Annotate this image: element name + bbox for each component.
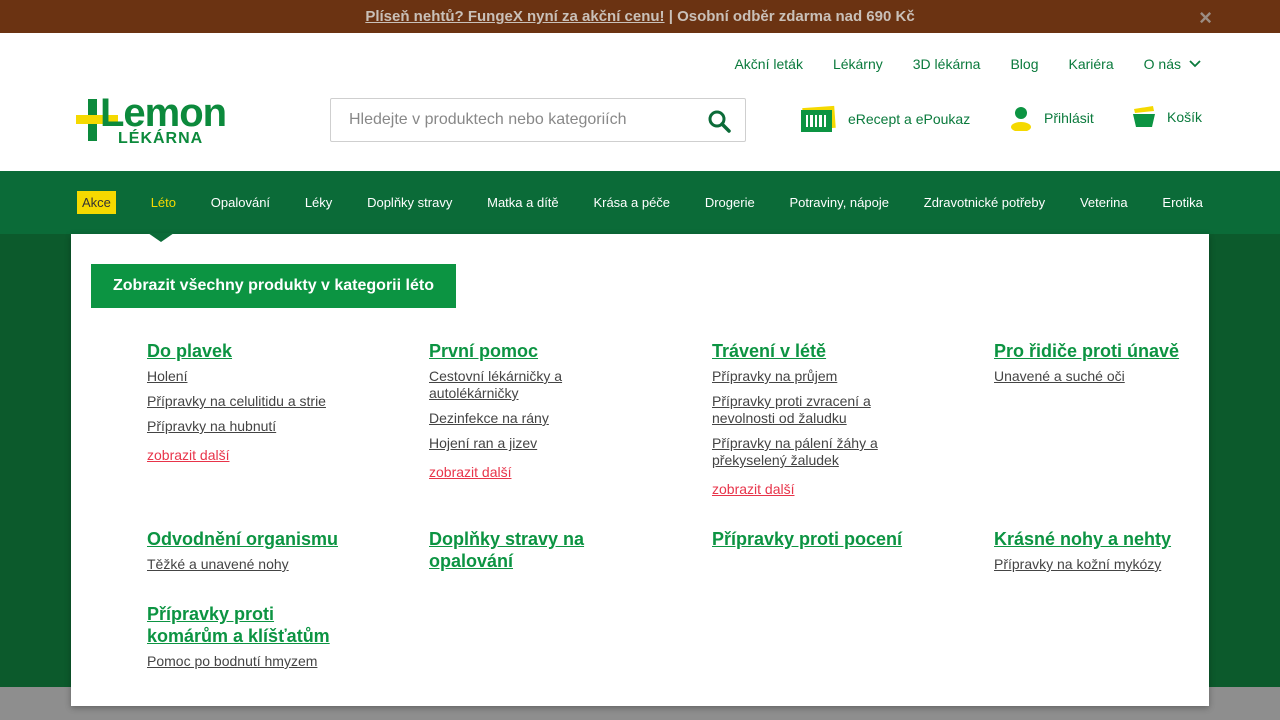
- nav-item-erotika[interactable]: Erotika: [1162, 195, 1202, 210]
- login-link[interactable]: Přihlásit: [1010, 105, 1094, 131]
- menu-category: Odvodnění organismu Těžké a unavené nohy: [147, 528, 347, 581]
- show-more-link[interactable]: zobrazit další: [712, 481, 912, 498]
- util-link-blog[interactable]: Blog: [1010, 56, 1038, 72]
- nav-item-krasa-a-pece[interactable]: Krása a péče: [593, 195, 670, 210]
- category-title[interactable]: Přípravky proti pocení: [712, 528, 912, 550]
- utility-nav: Akční leták Lékárny 3D lékárna Blog Kari…: [704, 56, 1201, 72]
- util-link-o-nas[interactable]: O nás: [1144, 56, 1201, 72]
- util-link-o-nas-label: O nás: [1143, 56, 1181, 72]
- promo-separator: |: [664, 8, 678, 25]
- subcategory-link[interactable]: Přípravky na průjem: [712, 368, 912, 385]
- logo-subtitle: LÉKÁRNA: [118, 130, 204, 147]
- show-more-link[interactable]: zobrazit další: [147, 447, 347, 464]
- subcategory-link[interactable]: Pomoc po bodnutí hmyzem: [147, 653, 337, 670]
- nav-active-caret: [148, 233, 174, 242]
- menu-category: Přípravky proti komárům a klíšťatům Pomo…: [147, 603, 337, 678]
- category-title[interactable]: Krásné nohy a nehty: [994, 528, 1194, 550]
- basket-icon: [1133, 106, 1155, 127]
- nav-item-doplnky-stravy[interactable]: Doplňky stravy: [367, 195, 452, 210]
- show-more-link[interactable]: zobrazit další: [429, 464, 629, 481]
- util-link-lekarny[interactable]: Lékárny: [833, 56, 883, 72]
- subcategory-link[interactable]: Cestovní lékárničky a autolékárničky: [429, 368, 579, 402]
- cart-label: Košík: [1167, 109, 1203, 125]
- category-title[interactable]: Pro řidiče proti únavě: [994, 340, 1194, 362]
- search-icon[interactable]: [707, 109, 731, 133]
- subcategory-link[interactable]: Unavené a suché oči: [994, 368, 1194, 385]
- menu-category: Do plavek Holení Přípravky na celulitidu…: [147, 340, 347, 464]
- category-title[interactable]: Odvodnění organismu: [147, 528, 347, 550]
- site-header: Akční leták Lékárny 3D lékárna Blog Kari…: [0, 33, 1280, 171]
- chevron-down-icon: [1189, 60, 1201, 68]
- site-logo[interactable]: Lemon LÉKÁRNA: [76, 93, 246, 153]
- category-title[interactable]: První pomoc: [429, 340, 629, 362]
- menu-category: Krásné nohy a nehty Přípravky na kožní m…: [994, 528, 1194, 581]
- close-icon[interactable]: ×: [1199, 0, 1212, 36]
- subcategory-link[interactable]: Přípravky proti zvracení a nevolnosti od…: [712, 393, 887, 427]
- search-box: [330, 98, 746, 142]
- util-link-kariera[interactable]: Kariéra: [1069, 56, 1114, 72]
- nav-item-zdravotnicke-potreby[interactable]: Zdravotnické potřeby: [924, 195, 1045, 210]
- menu-category: První pomoc Cestovní lékárničky a autolé…: [429, 340, 629, 481]
- nav-item-drogerie[interactable]: Drogerie: [705, 195, 755, 210]
- login-label: Přihlásit: [1044, 110, 1094, 126]
- util-link-3d-lekarna[interactable]: 3D lékárna: [913, 56, 981, 72]
- subcategory-link[interactable]: Hojení ran a jizev: [429, 435, 629, 452]
- category-title[interactable]: Trávení v létě: [712, 340, 912, 362]
- subcategory-link[interactable]: Přípravky na pálení žáhy a překyselený ž…: [712, 435, 887, 469]
- subcategory-link[interactable]: Dezinfekce na rány: [429, 410, 629, 427]
- menu-category: Doplňky stravy na opalování: [429, 528, 599, 578]
- nav-item-veterina[interactable]: Veterina: [1080, 195, 1128, 210]
- erecept-label: eRecept a ePoukaz: [848, 111, 971, 127]
- util-link-akcni-letak[interactable]: Akční leták: [734, 56, 802, 72]
- subcategory-link[interactable]: Přípravky na hubnutí: [147, 418, 347, 435]
- promo-banner: Plíseň nehtů? FungeX nyní za akční cenu!…: [0, 0, 1280, 33]
- nav-item-opalovani[interactable]: Opalování: [211, 195, 270, 210]
- subcategory-link[interactable]: Přípravky na celulitidu a strie: [147, 393, 347, 410]
- erecept-link[interactable]: eRecept a ePoukaz: [801, 105, 970, 133]
- nav-item-leto[interactable]: Léto: [151, 195, 176, 210]
- mega-menu-panel: Zobrazit všechny produkty v kategorii lé…: [71, 234, 1209, 706]
- subcategory-link[interactable]: Přípravky na kožní mykózy: [994, 556, 1194, 573]
- menu-category: Pro řidiče proti únavě Unavené a suché o…: [994, 340, 1194, 393]
- promo-text: Osobní odběr zdarma nad 690 Kč: [677, 8, 915, 25]
- category-title[interactable]: Přípravky proti komárům a klíšťatům: [147, 603, 337, 647]
- nav-item-akce[interactable]: Akce: [77, 191, 116, 214]
- cart-link[interactable]: Košík: [1131, 105, 1202, 129]
- menu-category: Přípravky proti pocení: [712, 528, 912, 556]
- subcategory-link[interactable]: Těžké a unavené nohy: [147, 556, 347, 573]
- nav-item-matka-a-dite[interactable]: Matka a dítě: [487, 195, 559, 210]
- show-all-button[interactable]: Zobrazit všechny produkty v kategorii lé…: [91, 264, 456, 308]
- subcategory-link[interactable]: Holení: [147, 368, 347, 385]
- menu-category: Trávení v létě Přípravky na průjem Přípr…: [712, 340, 912, 498]
- nav-item-leky[interactable]: Léky: [305, 195, 332, 210]
- user-icon: [1011, 107, 1031, 131]
- category-title[interactable]: Doplňky stravy na opalování: [429, 528, 599, 572]
- search-input[interactable]: [331, 99, 691, 141]
- nav-item-potraviny-napoje[interactable]: Potraviny, nápoje: [789, 195, 889, 210]
- main-nav: Akce Léto Opalování Léky Doplňky stravy …: [0, 171, 1280, 234]
- promo-link[interactable]: Plíseň nehtů? FungeX nyní za akční cenu!: [365, 8, 664, 25]
- erecept-icon: [801, 105, 836, 132]
- logo-word: Lemon: [100, 91, 227, 135]
- category-title[interactable]: Do plavek: [147, 340, 347, 362]
